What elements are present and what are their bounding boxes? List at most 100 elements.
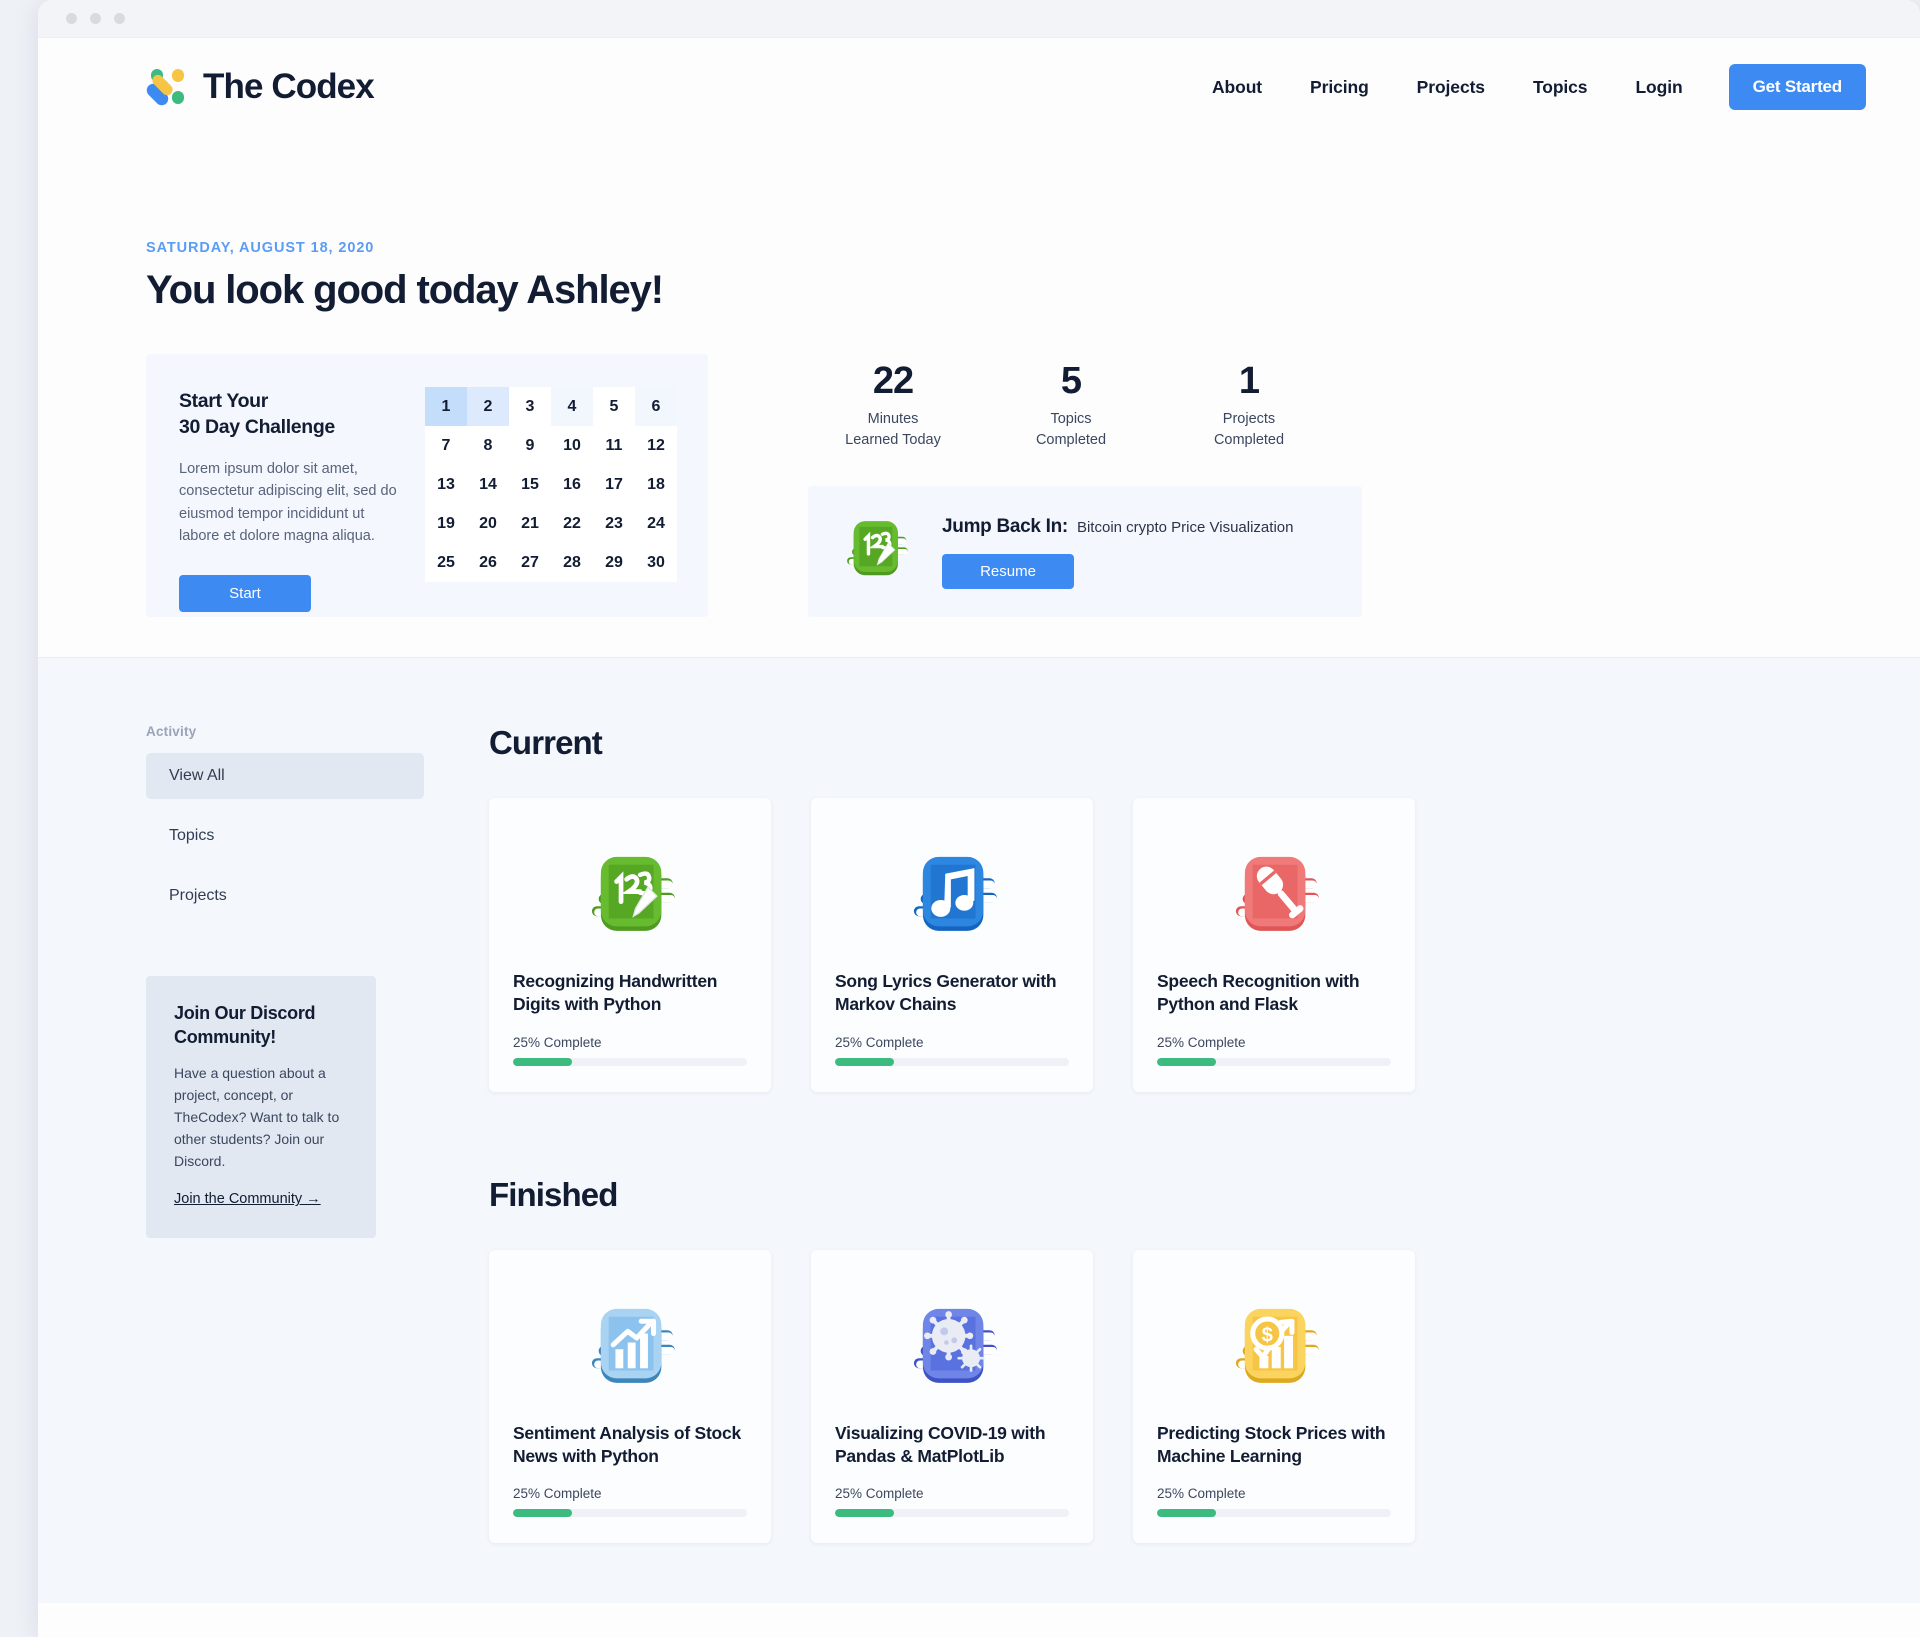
project-title: Visualizing COVID-19 with Pandas & MatPl… bbox=[835, 1422, 1046, 1466]
project-title: Speech Recognition with Python and Flask bbox=[1157, 971, 1360, 1015]
project-title: Sentiment Analysis of Stock News with Py… bbox=[513, 1422, 741, 1466]
calendar-day-29[interactable]: 29 bbox=[593, 543, 635, 582]
nav-link-topics[interactable]: Topics bbox=[1509, 77, 1612, 98]
nav-link-pricing[interactable]: Pricing bbox=[1286, 77, 1393, 98]
window-maximize-dot[interactable] bbox=[114, 13, 125, 24]
sidebar-item-projects[interactable]: Projects bbox=[146, 873, 424, 919]
calendar-day-12[interactable]: 12 bbox=[635, 426, 677, 465]
browser-window: The Codex About Pricing Projects Topics … bbox=[38, 0, 1920, 1637]
join-community-link[interactable]: Join the Community → bbox=[174, 1191, 321, 1207]
calendar-day-10[interactable]: 10 bbox=[551, 426, 593, 465]
calendar-day-22[interactable]: 22 bbox=[551, 504, 593, 543]
calendar-day-14[interactable]: 14 bbox=[467, 465, 509, 504]
jump-back-panel: Jump Back In: Bitcoin crypto Price Visua… bbox=[808, 486, 1362, 618]
calendar-day-20[interactable]: 20 bbox=[467, 504, 509, 543]
progress-bar-fill bbox=[1157, 1509, 1216, 1518]
notebook-123-icon bbox=[513, 820, 747, 970]
top-navigation: The Codex About Pricing Projects Topics … bbox=[38, 38, 1920, 136]
calendar-row: 7 8 9 10 11 12 bbox=[425, 426, 677, 465]
progress-bar bbox=[835, 1057, 1069, 1066]
project-card[interactable]: Speech Recognition with Python and Flask… bbox=[1133, 798, 1415, 1092]
calendar-day-26[interactable]: 26 bbox=[467, 543, 509, 582]
codex-logo-icon bbox=[146, 65, 190, 109]
calendar-day-18[interactable]: 18 bbox=[635, 465, 677, 504]
calendar-day-15[interactable]: 15 bbox=[509, 465, 551, 504]
calendar-day-4[interactable]: 4 bbox=[551, 387, 593, 426]
discord-card: Join Our Discord Community! Have a quest… bbox=[146, 976, 376, 1239]
progress-bar-fill bbox=[835, 1057, 894, 1066]
notebook-music-icon bbox=[835, 820, 1069, 970]
projects-content: Current Recognizing Handwritten Digits wi… bbox=[424, 724, 1812, 1544]
activity-sidebar: Activity View All Topics Projects Join Our… bbox=[146, 724, 424, 1543]
project-card[interactable]: Sentiment Analysis of Stock News with Py… bbox=[489, 1249, 771, 1544]
discord-title: Join Our Discord Community! bbox=[174, 1003, 316, 1047]
notebook-dollar-chart-icon: $ bbox=[1157, 1272, 1391, 1422]
calendar-day-23[interactable]: 23 bbox=[593, 504, 635, 543]
calendar-day-24[interactable]: 24 bbox=[635, 504, 677, 543]
progress-bar bbox=[513, 1057, 747, 1066]
stat-label: Projects Completed bbox=[1213, 411, 1285, 448]
section-title-current: Current bbox=[489, 724, 603, 762]
nav-link-login[interactable]: Login bbox=[1611, 77, 1706, 98]
project-card[interactable]: Recognizing Handwritten Digits with Pyth… bbox=[489, 798, 771, 1092]
notebook-123-icon bbox=[834, 508, 916, 595]
calendar-day-30[interactable]: 30 bbox=[635, 543, 677, 582]
calendar-day-9[interactable]: 9 bbox=[509, 426, 551, 465]
brand-name: The Codex bbox=[203, 67, 375, 106]
stat-value: 1 bbox=[1238, 360, 1260, 402]
calendar-row: 25 26 27 28 29 30 bbox=[425, 543, 677, 582]
calendar-day-25[interactable]: 25 bbox=[425, 543, 467, 582]
progress-label: 25% Complete bbox=[1157, 1034, 1246, 1050]
project-card[interactable]: Visualizing COVID-19 with Pandas & MatPl… bbox=[811, 1249, 1093, 1544]
notebook-virus-icon bbox=[835, 1272, 1069, 1422]
project-card[interactable]: Song Lyrics Generator with Markov Chains… bbox=[811, 798, 1093, 1092]
progress-bar-fill bbox=[513, 1057, 572, 1066]
stats-row: 22 Minutes Learned Today 5 Topics Completed 1 P… bbox=[808, 360, 1812, 450]
nav-link-projects[interactable]: Projects bbox=[1393, 77, 1509, 98]
jump-back-project: Bitcoin crypto Price Visualization bbox=[1076, 519, 1294, 537]
get-started-button[interactable]: Get Started bbox=[1728, 64, 1866, 110]
progress-bar bbox=[1157, 1057, 1391, 1066]
progress-label: 25% Complete bbox=[513, 1486, 602, 1502]
progress-label: 25% Complete bbox=[835, 1034, 924, 1050]
stat-0: 22 Minutes Learned Today bbox=[808, 360, 978, 450]
window-minimize-dot[interactable] bbox=[90, 13, 101, 24]
notebook-microphone-icon bbox=[1157, 820, 1391, 970]
stats-panel: 22 Minutes Learned Today 5 Topics Completed 1 P… bbox=[808, 354, 1812, 618]
sidebar-heading: Activity bbox=[146, 724, 197, 740]
start-challenge-button[interactable]: Start bbox=[179, 574, 311, 612]
brand-logo[interactable]: The Codex bbox=[146, 65, 375, 109]
resume-button[interactable]: Resume bbox=[942, 554, 1074, 590]
calendar-day-16[interactable]: 16 bbox=[551, 465, 593, 504]
calendar-day-27[interactable]: 27 bbox=[509, 543, 551, 582]
calendar-row: 19 20 21 22 23 24 bbox=[425, 504, 677, 543]
calendar-day-17[interactable]: 17 bbox=[593, 465, 635, 504]
project-card[interactable]: $ Predicting Stock Prices with Machine Le… bbox=[1133, 1249, 1415, 1544]
calendar-day-11[interactable]: 11 bbox=[593, 426, 635, 465]
progress-label: 25% Complete bbox=[835, 1486, 924, 1502]
progress-label: 25% Complete bbox=[1157, 1486, 1246, 1502]
calendar-day-2[interactable]: 2 bbox=[467, 387, 509, 426]
sidebar-item-topics[interactable]: Topics bbox=[146, 813, 424, 859]
sidebar-item-view-all[interactable]: View All bbox=[146, 753, 424, 800]
calendar-day-8[interactable]: 8 bbox=[467, 426, 509, 465]
hero-section: The Codex About Pricing Projects Topics … bbox=[38, 38, 1920, 658]
nav-link-about[interactable]: About bbox=[1188, 77, 1286, 98]
progress-label: 25% Complete bbox=[513, 1034, 602, 1050]
calendar-day-3[interactable]: 3 bbox=[509, 387, 551, 426]
current-date: SATURDAY, AUGUST 18, 2020 bbox=[146, 240, 375, 256]
window-titlebar bbox=[38, 0, 1920, 38]
calendar-day-19[interactable]: 19 bbox=[425, 504, 467, 543]
calendar-day-5[interactable]: 5 bbox=[593, 387, 635, 426]
stat-label: Topics Completed bbox=[1035, 411, 1107, 448]
discord-description: Have a question about a project, concept… bbox=[174, 1064, 340, 1170]
calendar-day-13[interactable]: 13 bbox=[425, 465, 467, 504]
calendar-day-1[interactable]: 1 bbox=[425, 387, 467, 426]
challenge-calendar: 1 2 3 4 5 6 7 8 9 10 11 12 13 14 15 16 17 18 19 20 21 22 23 24 2… bbox=[425, 387, 677, 582]
calendar-day-6[interactable]: 6 bbox=[635, 387, 677, 426]
calendar-day-21[interactable]: 21 bbox=[509, 504, 551, 543]
calendar-day-7[interactable]: 7 bbox=[425, 426, 467, 465]
challenge-title-line1: Start Your bbox=[179, 390, 268, 412]
window-close-dot[interactable] bbox=[66, 13, 77, 24]
calendar-day-28[interactable]: 28 bbox=[551, 543, 593, 582]
